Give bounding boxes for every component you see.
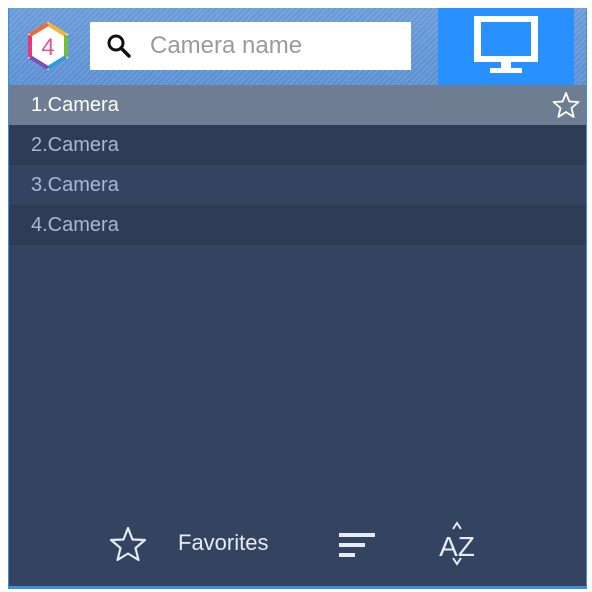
camera-list-item[interactable]: 1.Camera [9, 85, 586, 125]
sort-az-label: AZ [439, 531, 475, 562]
favorite-star-icon[interactable] [552, 91, 580, 119]
camera-list-item[interactable]: 4.Camera [9, 205, 586, 245]
camera-panel: 4 1.Camera 2.Camera 3.Camera 4.Camera Favor… [8, 8, 587, 589]
sort-icon[interactable] [339, 532, 377, 558]
camera-label: 2.Camera [31, 134, 119, 156]
monitor-icon [474, 16, 538, 73]
search-icon[interactable] [106, 33, 132, 59]
favorites-label[interactable]: Favorites [178, 530, 268, 556]
favorites-star-icon[interactable] [109, 526, 147, 562]
app-logo: 4 [28, 22, 68, 70]
toolbar: 4 [9, 8, 586, 85]
camera-label: 1.Camera [31, 94, 119, 116]
monitor-button[interactable] [438, 8, 574, 85]
camera-list-item[interactable]: 3.Camera [9, 165, 586, 205]
app-logo-digit: 4 [41, 34, 54, 61]
camera-list-item[interactable]: 2.Camera [9, 125, 586, 165]
search-box [90, 22, 411, 70]
camera-label: 3.Camera [31, 174, 119, 196]
bottom-toolbar: Favorites AZ [9, 520, 586, 568]
camera-label: 4.Camera [31, 214, 119, 236]
camera-list: 1.Camera 2.Camera 3.Camera 4.Camera [9, 85, 586, 245]
search-input[interactable] [150, 28, 400, 64]
sort-az-icon[interactable]: AZ [433, 520, 481, 566]
